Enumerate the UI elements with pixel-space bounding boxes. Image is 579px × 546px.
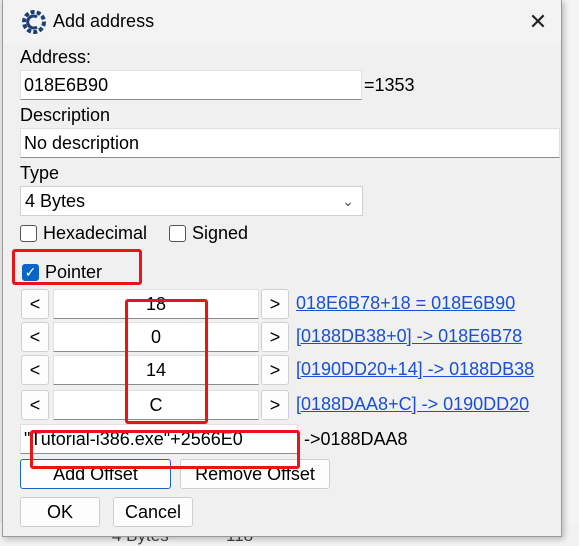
offset-3-result-link[interactable]: [0190DD20+14] -> 0188DB38	[296, 359, 534, 380]
add-address-dialog: Add address ✕ Address: 018E6B90 =1353 De…	[2, 0, 562, 537]
type-label: Type	[20, 163, 60, 183]
address-label: Address:	[20, 47, 92, 67]
offset-2-increment-button[interactable]: >	[261, 322, 289, 352]
offset-1-input[interactable]: 18	[53, 289, 259, 319]
type-dropdown[interactable]: 4 Bytes ⌄	[20, 186, 363, 216]
offset-4-decrement-button[interactable]: <	[21, 390, 49, 420]
signed-label: Signed	[192, 223, 249, 243]
offset-3-increment-button[interactable]: >	[261, 355, 289, 385]
ok-button[interactable]: OK	[20, 497, 100, 527]
address-input[interactable]: 018E6B90	[20, 70, 362, 100]
cancel-button[interactable]: Cancel	[113, 497, 193, 527]
type-selected-value: 4 Bytes	[25, 191, 86, 211]
hexadecimal-label: Hexadecimal	[43, 223, 148, 243]
chevron-down-icon: ⌄	[342, 193, 354, 209]
offset-3-input[interactable]: 14	[53, 355, 259, 385]
signed-box[interactable]	[169, 225, 186, 242]
offset-3-decrement-button[interactable]: <	[21, 355, 49, 385]
hexadecimal-checkbox[interactable]: Hexadecimal	[20, 223, 147, 244]
address-result: =1353	[364, 75, 415, 95]
dialog-title: Add address	[53, 11, 155, 31]
offset-4-input[interactable]: C	[53, 390, 259, 420]
checkmark-icon[interactable]: ✓	[22, 264, 39, 281]
remove-offset-button[interactable]: Remove Offset	[180, 459, 330, 489]
pointer-label: Pointer	[45, 262, 103, 282]
offset-2-result-link[interactable]: [0188DB38+0] -> 018E6B78	[296, 326, 522, 347]
background-window-edge	[562, 0, 579, 546]
base-address-input[interactable]: "Tutorial-i386.exe"+2566E0	[20, 424, 298, 454]
title-bar: Add address ✕	[3, 0, 561, 44]
cheat-engine-icon	[22, 10, 46, 34]
offset-1-decrement-button[interactable]: <	[21, 289, 49, 319]
hexadecimal-box[interactable]	[20, 225, 37, 242]
close-icon[interactable]: ✕	[515, 0, 561, 44]
base-address-result: ->0188DAA8	[304, 429, 408, 449]
offset-1-increment-button[interactable]: >	[261, 289, 289, 319]
description-input[interactable]: No description	[20, 128, 560, 158]
offset-4-result-link[interactable]: [0188DAA8+C] -> 0190DD20	[296, 394, 529, 415]
add-offset-button[interactable]: Add Offset	[20, 459, 171, 489]
offset-1-result-link[interactable]: 018E6B78+18 = 018E6B90	[296, 293, 515, 314]
description-label: Description	[20, 105, 111, 125]
pointer-checkbox[interactable]: ✓ Pointer	[22, 262, 102, 283]
offset-4-increment-button[interactable]: >	[261, 390, 289, 420]
offset-2-input[interactable]: 0	[53, 322, 259, 352]
signed-checkbox[interactable]: Signed	[169, 223, 248, 244]
offset-2-decrement-button[interactable]: <	[21, 322, 49, 352]
